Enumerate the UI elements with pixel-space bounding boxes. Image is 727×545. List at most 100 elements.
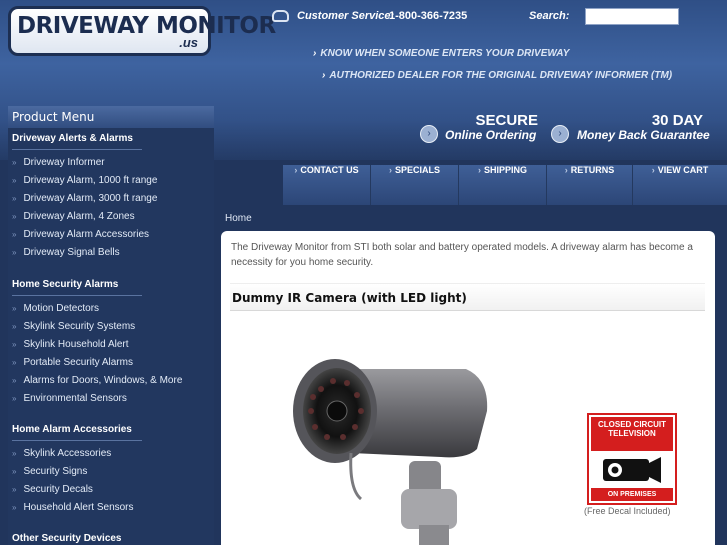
chevron-right-icon: » xyxy=(12,212,17,221)
decal-top-text: CLOSED CIRCUIT TELEVISION xyxy=(591,417,673,451)
chevron-right-icon: » xyxy=(12,176,17,185)
nav-label: SPECIALS xyxy=(394,165,440,175)
chevron-right-icon: › xyxy=(564,165,568,175)
chevron-right-icon: › xyxy=(477,165,481,175)
sidebar-item[interactable]: » Motion Detectors xyxy=(12,303,99,314)
nav-shipping[interactable]: › SHIPPING xyxy=(459,165,547,205)
sidebar-item-label: Driveway Signal Bells xyxy=(23,247,120,258)
sidebar-item[interactable]: » Driveway Alarm Accessories xyxy=(12,229,149,240)
intro-text: The Driveway Monitor from STI both solar… xyxy=(231,242,693,268)
site-logo[interactable]: DRIVEWAY MONITOR .us xyxy=(8,6,276,56)
sidebar-item[interactable]: » Driveway Alarm, 3000 ft range xyxy=(12,193,157,204)
trademark: (TM) xyxy=(651,70,673,81)
chevron-right-icon: › xyxy=(388,165,392,175)
chevron-right-icon: » xyxy=(12,322,17,331)
chevron-right-icon: › xyxy=(322,70,326,81)
sidebar-item[interactable]: » Driveway Informer xyxy=(12,157,105,168)
chevron-right-icon: » xyxy=(12,304,17,313)
chevron-right-icon: » xyxy=(12,376,17,385)
sidebar-item-label: Motion Detectors xyxy=(23,303,100,314)
phone-icon xyxy=(272,10,289,22)
tagline-1-text: KNOW WHEN SOMEONE ENTERS YOUR DRIVEWAY xyxy=(320,48,570,59)
sidebar-item-label: Driveway Alarm, 4 Zones xyxy=(23,211,135,222)
sidebar-section-heading[interactable]: Home Alarm Accessories xyxy=(12,424,132,435)
sidebar-item-label: Skylink Security Systems xyxy=(23,321,136,332)
sidebar-item-label: Environmental Sensors xyxy=(23,393,127,404)
nav-returns[interactable]: › RETURNS xyxy=(547,165,633,205)
sidebar-item-label: Driveway Alarm, 3000 ft range xyxy=(23,193,158,204)
sidebar-item-label: Skylink Accessories xyxy=(23,448,112,459)
sidebar-item-label: Driveway Informer xyxy=(23,157,105,168)
logo-suffix: .us xyxy=(179,35,198,50)
chevron-right-icon: » xyxy=(12,248,17,257)
product-title: Dummy IR Camera (with LED light) xyxy=(230,283,705,311)
sidebar-item[interactable]: » Skylink Security Systems xyxy=(12,321,135,332)
sidebar-item-label: Security Signs xyxy=(23,466,88,477)
tagline-2: › AUTHORIZED DEALER FOR THE ORIGINAL DRIV… xyxy=(322,70,672,81)
chevron-right-icon: » xyxy=(12,503,17,512)
main-content: The Driveway Monitor from STI both solar… xyxy=(221,231,715,545)
nav-label: RETURNS xyxy=(570,165,615,175)
sidebar-section-heading[interactable]: Other Security Devices xyxy=(12,533,122,544)
nav-view-cart[interactable]: › VIEW CART xyxy=(633,165,727,205)
customer-service-label: Customer Service: xyxy=(297,10,395,22)
chevron-right-icon: › xyxy=(420,125,438,143)
sidebar-item[interactable]: » Portable Security Alarms xyxy=(12,357,133,368)
sidebar-item-label: Driveway Alarm Accessories xyxy=(23,229,150,240)
sidebar-item[interactable]: » Driveway Alarm, 4 Zones xyxy=(12,211,135,222)
sidebar-item[interactable]: » Security Decals xyxy=(12,484,93,495)
search-label: Search: xyxy=(529,10,570,22)
chevron-right-icon: › xyxy=(551,125,569,143)
chevron-right-icon: › xyxy=(651,165,655,175)
sidebar-item[interactable]: » Environmental Sensors xyxy=(12,393,127,404)
chevron-right-icon: » xyxy=(12,467,17,476)
sidebar-section-heading[interactable]: Home Security Alarms xyxy=(12,279,118,290)
sidebar-item[interactable]: » Driveway Alarm, 1000 ft range xyxy=(12,175,157,186)
chevron-right-icon: » xyxy=(12,230,17,239)
main-nav: › CONTACT US › SPECIALS › SHIPPING › RETURNS… xyxy=(283,165,727,205)
divider xyxy=(12,149,142,150)
chevron-right-icon: » xyxy=(12,449,17,458)
nav-label: CONTACT US xyxy=(300,165,359,175)
promo-secure-small: Online Ordering xyxy=(445,128,537,142)
divider xyxy=(12,295,142,296)
promo-guarantee-big: 30 DAY xyxy=(651,112,703,129)
nav-contact-us[interactable]: › CONTACT US xyxy=(283,165,371,205)
sidebar-item[interactable]: » Driveway Signal Bells xyxy=(12,247,120,258)
tagline-1: › KNOW WHEN SOMEONE ENTERS YOUR DRIVEWAY xyxy=(313,48,569,59)
chevron-right-icon: › xyxy=(294,165,298,175)
customer-service-phone: 1-800-366-7235 xyxy=(389,10,468,22)
sidebar-item[interactable]: » Security Signs xyxy=(12,466,87,477)
chevron-right-icon: » xyxy=(12,194,17,203)
nav-label: SHIPPING xyxy=(483,165,527,175)
sidebar: Product Menu Driveway Alerts & Alarms » D… xyxy=(8,106,214,545)
chevron-right-icon: » xyxy=(12,485,17,494)
sidebar-item-label: Driveway Alarm, 1000 ft range xyxy=(23,175,158,186)
chevron-right-icon: › xyxy=(313,48,317,59)
sidebar-item[interactable]: » Household Alert Sensors xyxy=(12,502,134,513)
tagline-2-text: AUTHORIZED DEALER FOR THE ORIGINAL DRIVE… xyxy=(329,70,649,81)
sidebar-item-label: Alarms for Doors, Windows, & More xyxy=(23,375,183,386)
sidebar-title: Product Menu xyxy=(8,106,214,128)
promo-guarantee-small: Money Back Guarantee xyxy=(577,128,710,142)
sidebar-item[interactable]: » Skylink Accessories xyxy=(12,448,111,459)
sidebar-item-label: Security Decals xyxy=(23,484,93,495)
chevron-right-icon: » xyxy=(12,394,17,403)
chevron-right-icon: » xyxy=(12,158,17,167)
sidebar-item-label: Portable Security Alarms xyxy=(23,357,133,368)
sidebar-section-heading[interactable]: Driveway Alerts & Alarms xyxy=(12,133,133,144)
nav-specials[interactable]: › SPECIALS xyxy=(371,165,459,205)
sidebar-item[interactable]: » Skylink Household Alert xyxy=(12,339,129,350)
divider xyxy=(12,440,142,441)
sidebar-item-label: Skylink Household Alert xyxy=(23,339,129,350)
sidebar-item[interactable]: » Alarms for Doors, Windows, & More xyxy=(12,375,182,386)
camera-icon xyxy=(603,457,661,483)
chevron-right-icon: » xyxy=(12,340,17,349)
decal-bottom-text: ON PREMISES xyxy=(591,488,673,501)
promo-secure-big: SECURE xyxy=(475,112,538,129)
breadcrumb[interactable]: Home xyxy=(225,213,252,224)
camera-image xyxy=(293,359,488,545)
chevron-right-icon: » xyxy=(12,358,17,367)
search-input[interactable] xyxy=(585,8,679,25)
decal-caption: (Free Decal Included) xyxy=(584,506,671,516)
